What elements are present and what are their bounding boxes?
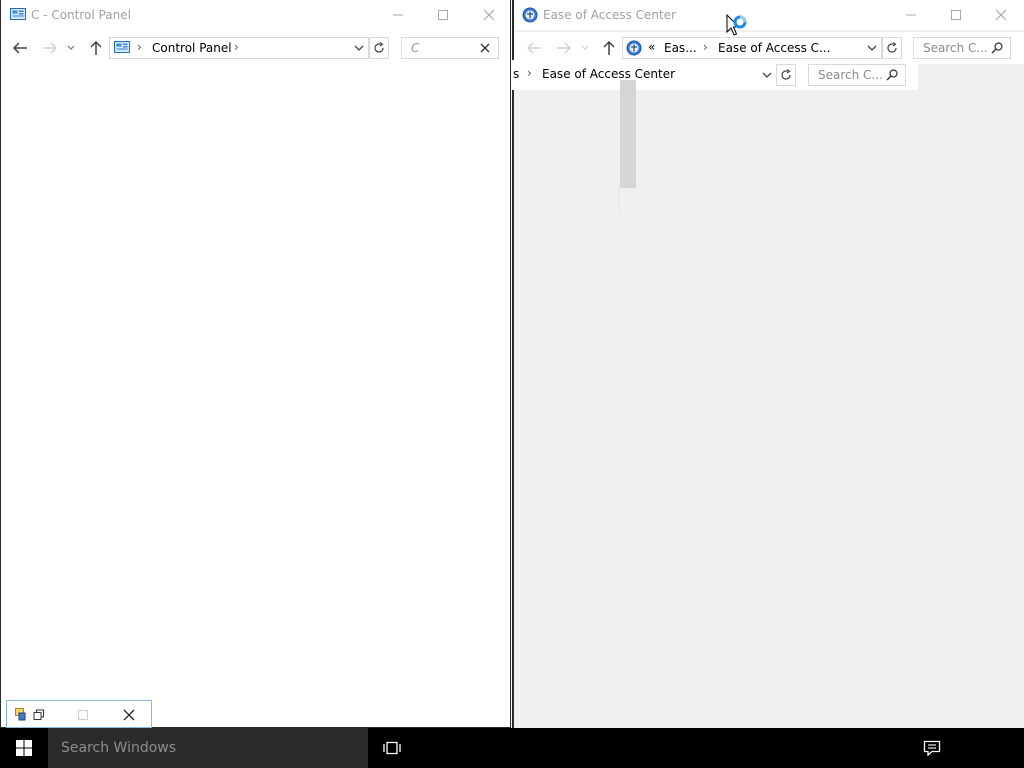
minimize-icon (393, 14, 403, 16)
title-bar[interactable]: C - Control Panel (1, 0, 510, 30)
title-bar[interactable]: Ease of Access Center (514, 0, 1024, 30)
forward-button[interactable] (40, 38, 60, 58)
ghost-scrollbar (620, 80, 636, 188)
close-button[interactable] (986, 4, 1016, 26)
refresh-icon (781, 69, 791, 80)
refresh-button[interactable] (882, 37, 902, 59)
ease-of-access-icon (626, 40, 642, 56)
address-bar[interactable]: › Control Panel › (109, 37, 369, 59)
taskbar-search-box[interactable]: Search Windows (48, 728, 368, 768)
clear-search-icon[interactable] (480, 43, 490, 53)
ghost-artifact (618, 186, 620, 212)
forward-button[interactable] (554, 38, 574, 58)
address-bar[interactable]: « Eas... › Ease of Access C... (622, 37, 882, 59)
maximize-icon (951, 10, 961, 20)
arrow-left-icon (526, 42, 541, 54)
chevron-down-icon (581, 45, 589, 50)
chevron-down-icon (67, 45, 75, 50)
maximize-button[interactable] (941, 4, 971, 26)
chevron-down-icon[interactable] (867, 44, 877, 52)
control-panel-icon (10, 8, 26, 20)
arrow-up-icon (90, 40, 102, 55)
maximize-button[interactable] (428, 4, 458, 26)
ghost-search-placeholder: Search C... (818, 68, 883, 82)
chevron-down-icon[interactable] (354, 44, 364, 52)
restore-icon[interactable] (33, 709, 45, 721)
arrow-right-icon (557, 42, 572, 54)
start-button[interactable] (0, 728, 48, 768)
taskbar: Search Windows (0, 728, 1024, 768)
close-icon (995, 9, 1007, 21)
breadcrumb-ease-of-access[interactable]: Eas... (664, 41, 697, 55)
breadcrumb-overflow[interactable]: « (648, 40, 655, 54)
action-center-icon (923, 740, 941, 756)
maximize-icon (438, 10, 448, 20)
arrow-up-icon (603, 40, 615, 55)
search-box[interactable]: Search C... (913, 37, 1011, 59)
task-view-button[interactable] (376, 728, 408, 768)
up-button[interactable] (86, 38, 106, 58)
busy-cursor-icon (726, 14, 747, 36)
ghost-breadcrumb: Ease of Access Center (542, 67, 676, 81)
close-button[interactable] (474, 4, 504, 26)
ease-of-access-window: Ease of Access Center « Eas... › Ease of… (512, 0, 1024, 728)
ghost-address-bar: s › Ease of Access Center Search C... (512, 60, 918, 90)
action-center-button[interactable] (916, 728, 948, 768)
breadcrumb-separator: › (527, 66, 532, 80)
arrow-right-icon (43, 42, 58, 54)
breadcrumb-control-panel[interactable]: Control Panel (152, 41, 232, 55)
search-input[interactable]: Search C... (923, 41, 988, 55)
navigation-bar: › Control Panel › C (1, 32, 510, 64)
close-icon[interactable] (123, 709, 135, 721)
control-panel-icon (15, 708, 26, 721)
minimize-icon (906, 14, 916, 16)
search-icon (886, 69, 898, 81)
search-input[interactable]: C (411, 41, 419, 55)
control-panel-window: C - Control Panel › Control Panel › C (0, 0, 511, 728)
control-panel-icon (114, 41, 130, 53)
back-button[interactable] (10, 38, 30, 58)
breadcrumb-separator: › (137, 40, 142, 54)
ghost-refresh-button (776, 64, 796, 86)
recent-locations-button[interactable] (64, 38, 78, 58)
arrow-left-icon (12, 42, 27, 54)
window-title: Ease of Access Center (543, 8, 677, 22)
refresh-button[interactable] (369, 37, 389, 59)
breadcrumb-separator[interactable]: › (234, 40, 239, 54)
breadcrumb-separator[interactable]: › (703, 40, 708, 54)
taskbar-thumbnail-preview[interactable] (6, 700, 152, 728)
task-view-icon (383, 741, 401, 755)
refresh-icon (374, 42, 384, 53)
back-button[interactable] (524, 38, 544, 58)
recent-locations-button[interactable] (578, 38, 592, 58)
minimize-button[interactable] (383, 4, 413, 26)
chevron-down-icon (762, 72, 772, 78)
windows-logo-icon (16, 740, 32, 756)
window-title: C - Control Panel (31, 8, 131, 22)
up-button[interactable] (599, 38, 619, 58)
taskbar-search-placeholder[interactable]: Search Windows (61, 740, 176, 756)
maximize-icon[interactable] (77, 709, 89, 721)
close-icon (483, 9, 495, 21)
minimize-button[interactable] (896, 4, 926, 26)
ghost-search-box: Search C... (808, 64, 906, 86)
search-box[interactable]: C (401, 37, 499, 59)
ease-of-access-icon (522, 7, 538, 23)
ghost-breadcrumb-fragment: s (513, 67, 520, 81)
refresh-icon (887, 42, 897, 53)
search-icon[interactable] (991, 42, 1003, 54)
